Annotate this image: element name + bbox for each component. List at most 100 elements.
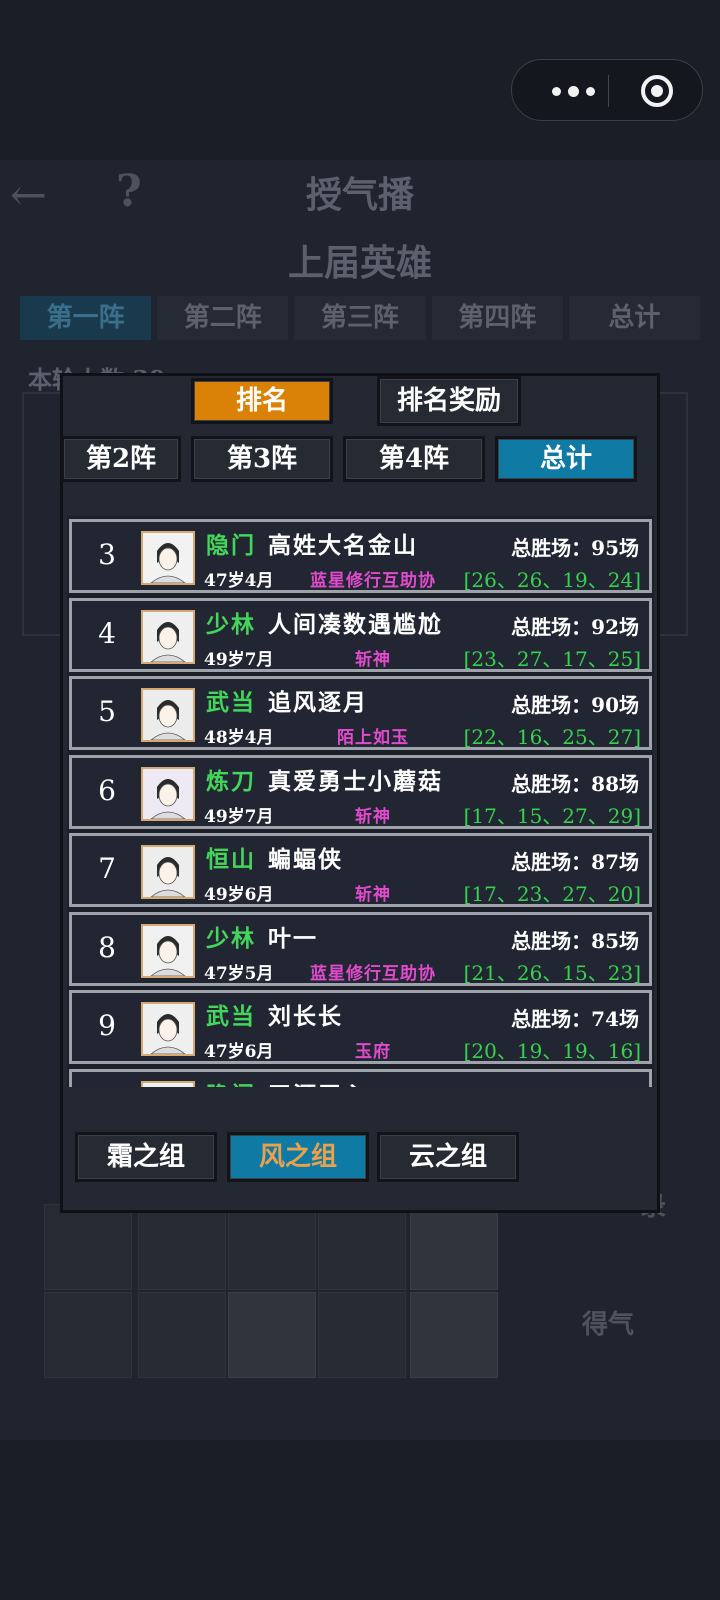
tab-ranking[interactable]: 排名 <box>191 378 333 424</box>
sect-name: 炼刀 <box>206 767 256 795</box>
rank-number: 8 <box>98 930 116 964</box>
capsule-divider <box>608 75 609 107</box>
player-name: 天涯无心 <box>268 1076 368 1088</box>
bg-cell <box>138 1204 226 1290</box>
ranking-row[interactable]: 隐门天涯无心总胜场：72场 <box>69 1068 652 1088</box>
more-dots-icon[interactable] <box>540 74 610 108</box>
player-name: 真爱勇士小蘑菇 <box>268 767 443 795</box>
round-scores: [21、26、15、23] <box>463 960 641 985</box>
round-scores: [22、16、25、27] <box>463 725 641 749</box>
guild-name: 斩神 <box>355 885 391 905</box>
total-wins: 总胜场：95场 <box>511 536 639 560</box>
screen-title: 授气播 <box>305 174 414 216</box>
sect-name: 武当 <box>206 689 256 716</box>
round-scores: [20、19、19、16] <box>463 1039 641 1063</box>
sect-name: 武当 <box>206 1003 256 1030</box>
background-tabs: 第一阵 第二阵 第三阵 第四阵 总计 <box>20 296 701 340</box>
target-circle-icon[interactable] <box>640 74 674 108</box>
player-avatar[interactable] <box>141 1002 195 1056</box>
bg-cell <box>44 1204 132 1290</box>
rank-number: 7 <box>98 852 116 885</box>
sect-name: 恒山 <box>206 846 256 873</box>
player-age: 49岁7月 <box>204 649 274 670</box>
total-wins: 总胜场：92场 <box>511 614 639 639</box>
portrait-icon <box>143 847 193 897</box>
sect-name: 隐门 <box>206 532 256 559</box>
ranking-row[interactable]: 7 恒山 蝙蝠侠 49岁6月 斩神 总胜场：87场 [17、23、27、20] <box>69 833 652 907</box>
bg-tab: 第二阵 <box>157 296 289 340</box>
player-name: 追风逐月 <box>268 689 368 716</box>
ranking-row[interactable]: 3 隐门 高姓大名金山 47岁4月 蓝星修行互助协 总胜场：95场 [26、26、19、24… <box>69 519 652 593</box>
player-name: 叶一 <box>268 924 318 952</box>
player-name: 高姓大名金山 <box>268 532 418 559</box>
sect-name: 隐门 <box>206 1076 256 1088</box>
player-name: 蝙蝠侠 <box>268 846 343 873</box>
total-wins: 总胜场：87场 <box>511 850 639 874</box>
group-tab-frost[interactable]: 霜之组 <box>75 1132 217 1182</box>
guild-name: 斩神 <box>355 649 391 670</box>
ranking-modal: 排名 排名奖励 第2阵 第3阵 第4阵 总计 3 隐门 高姓大名金山 47岁4月 蓝星修… <box>60 373 660 1213</box>
rank-number: 5 <box>98 695 116 728</box>
total-wins: 总胜场：85场 <box>511 928 639 953</box>
rank-number: 4 <box>98 616 116 650</box>
bg-side-label: 得气 <box>582 1310 635 1340</box>
bg-tab: 第一阵 <box>20 296 152 340</box>
round-scores: [17、15、27、29] <box>463 803 641 828</box>
total-wins: 总胜场：72场 <box>511 1082 639 1088</box>
ranking-row[interactable]: 9 武当 刘长长 47岁6月 玉府 总胜场：74场 [20、19、19、16] <box>69 990 652 1064</box>
sect-name: 少林 <box>206 610 256 638</box>
round-scores: [17、23、27、20] <box>463 882 641 906</box>
guild-name: 蓝星修行互助协 <box>310 571 436 591</box>
player-avatar[interactable] <box>141 531 195 585</box>
bg-tab: 总计 <box>568 296 701 340</box>
ranking-row[interactable]: 8 少林 叶一 47岁5月 蓝星修行互助协 总胜场：85场 [21、26、15、23] <box>69 911 652 986</box>
group-tab-wind[interactable]: 风之组 <box>227 1132 369 1182</box>
total-wins: 总胜场：88场 <box>511 771 639 796</box>
bg-cell <box>318 1204 406 1290</box>
portrait-icon <box>143 690 193 740</box>
round-tab-total[interactable]: 总计 <box>495 436 637 482</box>
player-avatar[interactable] <box>141 845 195 899</box>
player-name: 人间凑数遇尴尬 <box>268 610 443 638</box>
bg-cell <box>228 1204 316 1290</box>
player-avatar[interactable] <box>141 609 195 664</box>
bg-cell <box>318 1292 406 1378</box>
guild-name: 玉府 <box>355 1042 391 1062</box>
ranking-row[interactable]: 4 少林 人间凑数遇尴尬 49岁7月 斩神 总胜场：92场 [23、27、17、25] <box>69 597 652 672</box>
round-scores: [26、26、19、24] <box>463 568 641 592</box>
miniprogram-capsule <box>511 59 703 121</box>
round-tab-3[interactable]: 第3阵 <box>191 436 333 482</box>
player-age: 48岁4月 <box>204 728 274 748</box>
bg-portrait <box>410 1204 498 1290</box>
bg-portrait <box>410 1292 498 1378</box>
player-avatar[interactable] <box>141 923 195 978</box>
portrait-icon <box>143 768 193 819</box>
portrait-icon <box>143 533 193 583</box>
ranking-row[interactable]: 5 武当 追风逐月 48岁4月 陌上如玉 总胜场：90场 [22、16、25、27] <box>69 676 652 750</box>
player-age: 47岁6月 <box>204 1042 274 1062</box>
bg-tab: 第四阵 <box>431 296 563 340</box>
portrait-icon <box>143 1004 193 1054</box>
total-wins: 总胜场：74场 <box>511 1007 639 1031</box>
screen-subtitle: 上届英雄 <box>287 242 432 284</box>
bg-tab: 第三阵 <box>294 296 426 340</box>
player-avatar[interactable] <box>141 766 195 821</box>
round-tab-4[interactable]: 第4阵 <box>343 436 485 482</box>
ranking-row[interactable]: 6 炼刀 真爱勇士小蘑菇 49岁7月 斩神 总胜场：88场 [17、15、27、29] <box>69 754 652 829</box>
sect-name: 少林 <box>206 924 256 952</box>
bg-cell <box>44 1292 132 1378</box>
bg-portrait <box>228 1292 316 1378</box>
group-tab-cloud[interactable]: 云之组 <box>377 1132 519 1182</box>
bg-cell <box>138 1292 226 1378</box>
player-avatar[interactable] <box>141 1080 195 1087</box>
portrait-icon <box>143 611 193 662</box>
rank-number: 6 <box>98 773 116 807</box>
player-age: 47岁5月 <box>204 963 274 984</box>
tab-ranking-rewards[interactable]: 排名奖励 <box>377 376 521 426</box>
total-wins: 总胜场：90场 <box>511 693 639 717</box>
ranking-list[interactable]: 3 隐门 高姓大名金山 47岁4月 蓝星修行互助协 总胜场：95场 [26、26、19、24… <box>67 516 654 1087</box>
player-avatar[interactable] <box>141 688 195 742</box>
player-name: 刘长长 <box>268 1003 343 1030</box>
rank-number: 9 <box>98 1009 116 1042</box>
round-tab-2[interactable]: 第2阵 <box>61 436 181 482</box>
